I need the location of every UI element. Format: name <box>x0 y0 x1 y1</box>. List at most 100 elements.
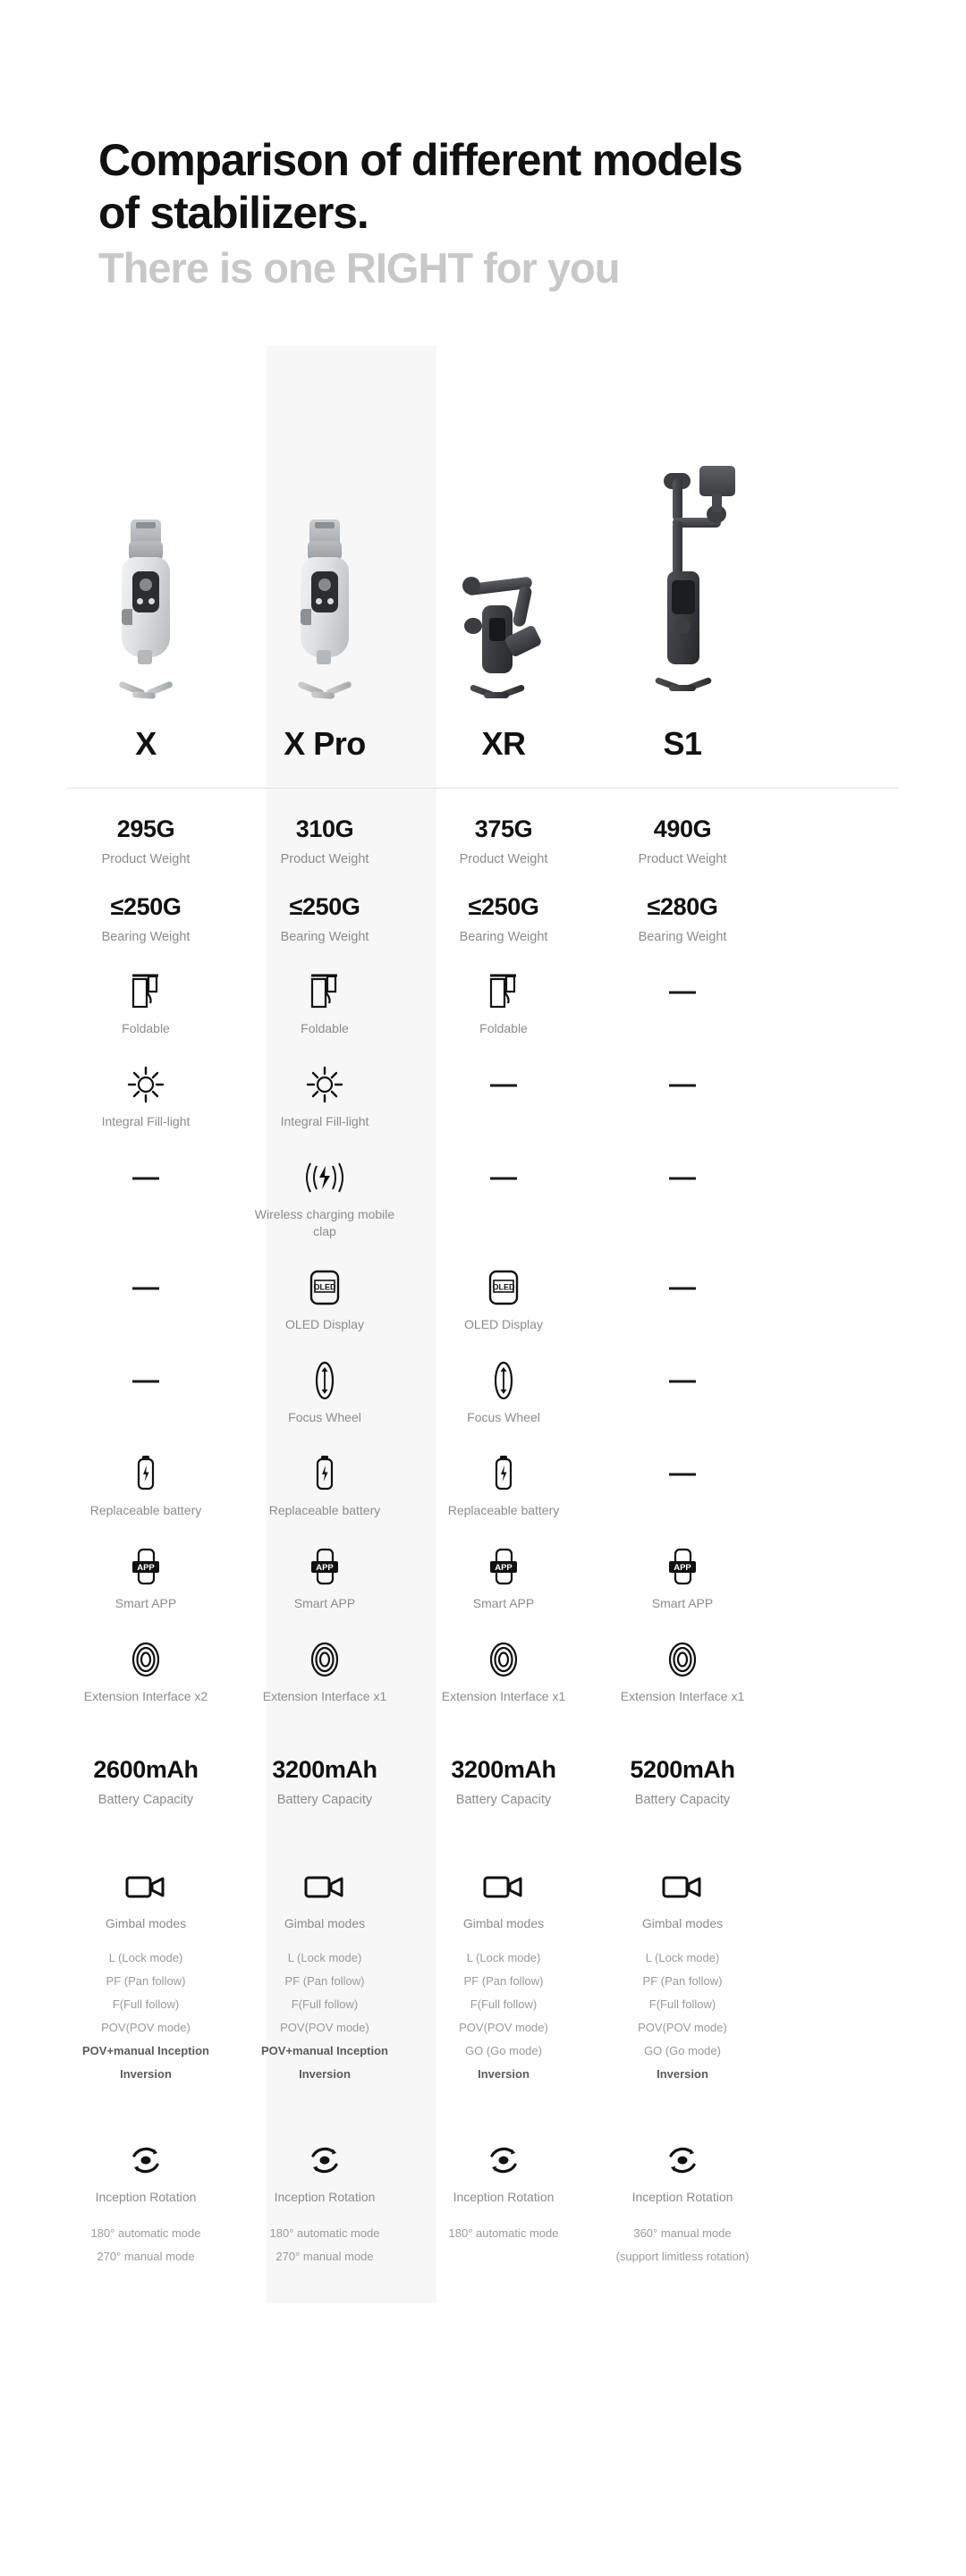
gimbal-modes-list: L (Lock mode) PF (Pan follow) F(Full fol… <box>459 1947 548 2086</box>
cell-foldable-x-pro: Foldable <box>246 944 403 1037</box>
spec-value: ≤250G <box>289 893 360 921</box>
cell-focus-wheel-xr: Focus Wheel <box>425 1333 582 1426</box>
model-cell-x: X <box>67 713 225 775</box>
cell-gimbal-modes-x: Gimbal modes L (Lock mode) PF (Pan follo… <box>67 1839 225 2086</box>
page-subtitle: There is one RIGHT for you <box>98 244 620 291</box>
page-title: Comparison of different models of stabil… <box>98 134 966 240</box>
page-title-line2: of stabilizers. <box>98 188 369 238</box>
spec-label: Battery Capacity <box>276 1793 373 1808</box>
spec-value: 375G <box>474 815 533 843</box>
cell-product-weight-x: 295G Product Weight <box>67 789 225 866</box>
extension-interface-icon <box>130 1639 162 1680</box>
spec-label: Product Weight <box>459 852 548 867</box>
cell-battery-x: Replaceable battery <box>67 1426 225 1519</box>
cell-focus-wheel-x: — <box>67 1333 225 1426</box>
svg-text:APP: APP <box>674 1563 691 1573</box>
inception-details: 180° automatic mode 270° manual mode <box>91 2222 201 2268</box>
cell-extension-s1: Extension Interface x1 <box>604 1612 761 1705</box>
mode-item: POV(POV mode) <box>638 2021 727 2035</box>
spec-label: Battery Capacity <box>634 1793 731 1808</box>
wireless-charging-icon <box>301 1157 348 1198</box>
gimbal-modes-list: L (Lock mode) PF (Pan follow) F(Full fol… <box>638 1947 727 2086</box>
product-image-x <box>67 346 225 704</box>
inception-label: Inception Rotation <box>95 2190 197 2205</box>
phone-app-icon: APP <box>131 1546 161 1587</box>
inception-label: Inception Rotation <box>453 2190 555 2205</box>
model-name-row: X X Pro XR S1 <box>0 713 966 775</box>
battery-label: Replaceable battery <box>89 1502 202 1517</box>
mode-item: L (Lock mode) <box>645 1951 720 1965</box>
cell-smart-app-x: APP Smart APP <box>67 1519 225 1612</box>
spec-value: 310G <box>295 815 354 843</box>
cell-wireless-charging-x-pro: Wireless charging mobile clap <box>246 1130 403 1240</box>
spec-value: 3200mAh <box>272 1756 377 1784</box>
cell-smart-app-s1: APP Smart APP <box>604 1519 761 1612</box>
gimbal-silver-compact-icon <box>113 519 179 700</box>
gimbal-black-tall-icon <box>633 466 735 698</box>
battery-bolt-icon <box>314 1453 335 1494</box>
not-available-dash: — <box>132 1162 159 1193</box>
page-header: Comparison of different models of stabil… <box>0 0 966 292</box>
row-focus-wheel: — Focus Wheel Focus Wheel — <box>0 1333 966 1426</box>
not-available-dash: — <box>490 1162 517 1193</box>
mode-item: POV(POV mode) <box>101 2021 191 2035</box>
extension-label: Extension Interface x1 <box>262 1688 387 1703</box>
gimbal-modes-label: Gimbal modes <box>462 1916 545 1931</box>
battery-label: Replaceable battery <box>447 1502 560 1517</box>
phone-app-icon: APP <box>667 1546 698 1587</box>
sun-icon <box>126 1064 165 1105</box>
row-inception-rotation: Inception Rotation 180° automatic mode 2… <box>0 2113 966 2268</box>
inception-detail-line: 180° automatic mode <box>448 2226 559 2241</box>
spec-value: ≤250G <box>110 893 182 921</box>
row-fill-light: Integral Fill-light Integral Fill-light … <box>0 1037 966 1130</box>
cell-foldable-x: Foldable <box>67 944 225 1037</box>
not-available-dash: — <box>132 1272 159 1303</box>
spec-label: Bearing Weight <box>101 930 191 945</box>
cell-inception-s1: Inception Rotation 360° manual mode (sup… <box>604 2113 761 2268</box>
inception-details: 180° automatic mode 270° manual mode <box>270 2222 380 2268</box>
oled-screen-icon: OLED <box>487 1267 520 1308</box>
extension-label: Extension Interface x1 <box>441 1688 566 1703</box>
mode-item: POV+manual Inception <box>82 2044 209 2058</box>
cell-oled-x-pro: OLED OLED Display <box>246 1240 403 1333</box>
rotation-icon <box>305 2140 344 2181</box>
row-extension-interface: Extension Interface x2 Extension Interfa… <box>0 1612 966 1705</box>
model-name: X <box>135 725 157 763</box>
cell-gimbal-modes-xr: Gimbal modes L (Lock mode) PF (Pan follo… <box>425 1839 582 2086</box>
not-available-dash: — <box>669 1457 696 1488</box>
cell-foldable-s1: — <box>604 944 761 1037</box>
foldable-label: Foldable <box>301 1021 349 1036</box>
spec-label: Battery Capacity <box>97 1793 194 1808</box>
mode-item: POV(POV mode) <box>280 2021 369 2035</box>
mode-item: PF (Pan follow) <box>106 1974 186 1989</box>
cell-battery-xr: Replaceable battery <box>425 1426 582 1519</box>
smart-app-label: Smart APP <box>293 1595 356 1610</box>
mode-item: PF (Pan follow) <box>642 1974 723 1989</box>
mode-item: POV(POV mode) <box>459 2021 548 2035</box>
phone-app-icon: APP <box>309 1546 340 1587</box>
cell-bearing-weight-x: ≤250G Bearing Weight <box>67 866 225 944</box>
product-image-xr <box>425 346 582 704</box>
cell-bearing-weight-xr: ≤250G Bearing Weight <box>425 866 582 944</box>
model-name: XR <box>481 725 526 763</box>
gimbal-modes-list: L (Lock mode) PF (Pan follow) F(Full fol… <box>261 1947 388 2086</box>
foldable-label: Foldable <box>479 1021 528 1036</box>
product-image-row <box>0 346 966 704</box>
mode-item: Inversion <box>299 2067 351 2082</box>
mode-item: F(Full follow) <box>112 1997 180 2012</box>
inception-details: 180° automatic mode <box>449 2222 559 2244</box>
camcorder-icon <box>662 1866 703 1907</box>
focus-wheel-icon <box>492 1360 515 1401</box>
svg-text:APP: APP <box>495 1563 513 1573</box>
focus-wheel-label: Focus Wheel <box>467 1409 540 1424</box>
extension-label: Extension Interface x2 <box>83 1688 208 1703</box>
row-foldable: Foldable Foldable Foldable — <box>0 944 966 1037</box>
spec-value: 3200mAh <box>451 1756 556 1784</box>
cell-gimbal-modes-x-pro: Gimbal modes L (Lock mode) PF (Pan follo… <box>246 1839 403 2086</box>
inception-detail-line: (support limitless rotation) <box>615 2249 750 2263</box>
cell-wireless-charging-s1: — <box>604 1130 761 1240</box>
row-battery-capacity: 2600mAh Battery Capacity 3200mAh Battery C… <box>0 1729 966 1807</box>
cell-foldable-xr: Foldable <box>425 944 582 1037</box>
cell-smart-app-xr: APP Smart APP <box>425 1519 582 1612</box>
svg-text:OLED: OLED <box>313 1282 336 1291</box>
